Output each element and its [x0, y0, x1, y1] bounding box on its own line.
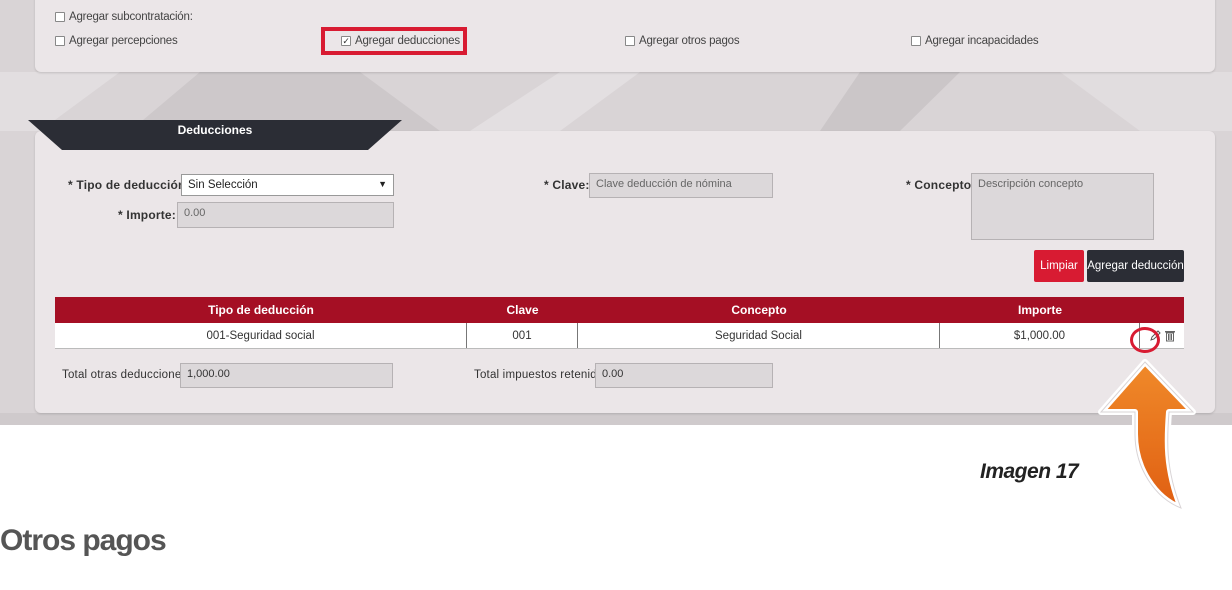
- checkbox-label: Agregar incapacidades: [925, 35, 1039, 47]
- column-header-actions: [1140, 297, 1184, 323]
- column-header: Concepto: [731, 303, 787, 317]
- table-cell: Seguridad Social: [578, 323, 940, 348]
- limpiar-button[interactable]: Limpiar: [1034, 250, 1084, 282]
- tipo-deduccion-select[interactable]: Sin Selección ▼: [181, 174, 394, 196]
- checkbox-icon[interactable]: [625, 36, 635, 46]
- deducciones-table: Tipo de deducción Clave Concepto Importe…: [55, 297, 1184, 349]
- agregar-deduccion-button[interactable]: Agregar deducción: [1087, 250, 1184, 282]
- checkbox-icon[interactable]: [55, 12, 65, 22]
- total-otras-input[interactable]: 1,000.00: [180, 363, 393, 388]
- concepto-textarea[interactable]: Descripción concepto: [971, 173, 1154, 240]
- clave-label: * Clave:: [544, 178, 590, 192]
- importe-label: * Importe:: [118, 208, 177, 222]
- checkbox-icon[interactable]: [911, 36, 921, 46]
- table-cell: 001-Seguridad social: [55, 323, 467, 348]
- total-impuestos-label: Total impuestos retenidos:: [474, 369, 613, 381]
- total-otras-label: Total otras deducciones:: [62, 369, 191, 381]
- table-header-row: Tipo de deducción Clave Concepto Importe: [55, 297, 1184, 323]
- concepto-label: * Concepto:: [906, 178, 976, 192]
- checkbox-otros-pagos[interactable]: Agregar otros pagos: [625, 35, 740, 47]
- app-screenshot: Agregar subcontratación: Agregar percepc…: [0, 0, 1232, 425]
- tipo-deduccion-label: * Tipo de deducción:: [68, 178, 190, 192]
- orange-arrow-icon: [1098, 359, 1196, 511]
- section-heading: Otros pagos: [0, 524, 167, 557]
- image-caption: Imagen 17: [980, 460, 1079, 483]
- checkbox-subcontratacion[interactable]: Agregar subcontratación:: [55, 11, 193, 23]
- tab-label: Deducciones: [177, 123, 253, 137]
- checkbox-label: Agregar subcontratación:: [69, 11, 193, 23]
- highlight-box: [321, 27, 467, 55]
- checkbox-icon[interactable]: [55, 36, 65, 46]
- column-header: Tipo de deducción: [208, 303, 314, 317]
- section-tab-deducciones: Deducciones: [28, 116, 402, 150]
- column-header: Clave: [506, 303, 539, 317]
- highlight-circle: [1130, 327, 1160, 353]
- select-value: Sin Selección: [188, 179, 258, 191]
- checkbox-incapacidades[interactable]: Agregar incapacidades: [911, 35, 1039, 47]
- checkbox-label: Agregar otros pagos: [639, 35, 740, 47]
- column-header: Importe: [1017, 303, 1062, 317]
- importe-input[interactable]: 0.00: [177, 202, 394, 228]
- table-row: 001-Seguridad social 001 Seguridad Socia…: [55, 323, 1184, 349]
- checkbox-label: Agregar percepciones: [69, 35, 178, 47]
- checkbox-percepciones[interactable]: Agregar percepciones: [55, 35, 178, 47]
- trash-icon[interactable]: [1164, 329, 1176, 342]
- total-impuestos-input[interactable]: 0.00: [595, 363, 773, 388]
- clave-input[interactable]: Clave deducción de nómina: [589, 173, 773, 198]
- table-cell: $1,000.00: [940, 323, 1140, 348]
- dropdown-arrow-icon[interactable]: ▼: [378, 179, 387, 189]
- table-cell: 001: [467, 323, 578, 348]
